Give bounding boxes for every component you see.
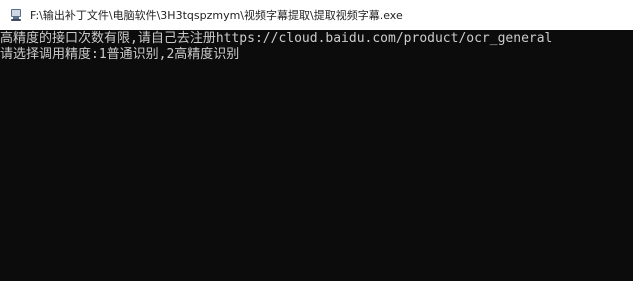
console-line-registration-note: 高精度的接口次数有限,请自己去注册https://cloud.baidu.com… [0,31,553,46]
console-window: F:\输出补丁文件\电脑软件\3H3tqspzmym\视频字幕提取\提取视频字幕… [0,0,633,281]
window-title: F:\输出补丁文件\电脑软件\3H3tqspzmym\视频字幕提取\提取视频字幕… [30,9,403,22]
console-app-icon [8,7,24,23]
title-bar[interactable]: F:\输出补丁文件\电脑软件\3H3tqspzmym\视频字幕提取\提取视频字幕… [0,0,633,30]
precision-prompt-text: 请选择调用精度:1普通识别,2高精度识别 [0,47,240,62]
console-output[interactable]: 高精度的接口次数有限,请自己去注册https://cloud.baidu.com… [0,30,633,281]
console-line-precision-prompt: 请选择调用精度:1普通识别,2高精度识别 [0,47,633,63]
